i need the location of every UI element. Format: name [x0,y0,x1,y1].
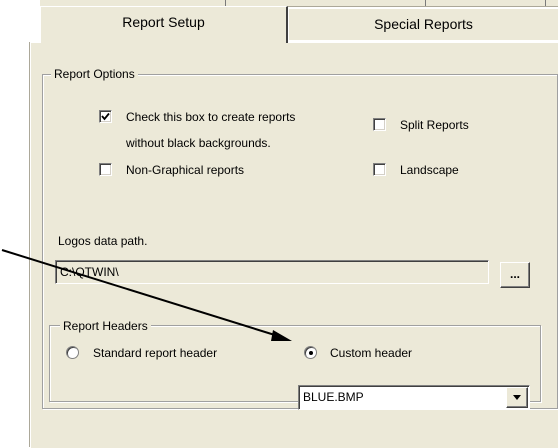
tab-report-setup-label: Report Setup [122,14,205,30]
tab-report-setup[interactable]: Report Setup [40,6,288,43]
annotation-arrow-icon [1,249,292,341]
